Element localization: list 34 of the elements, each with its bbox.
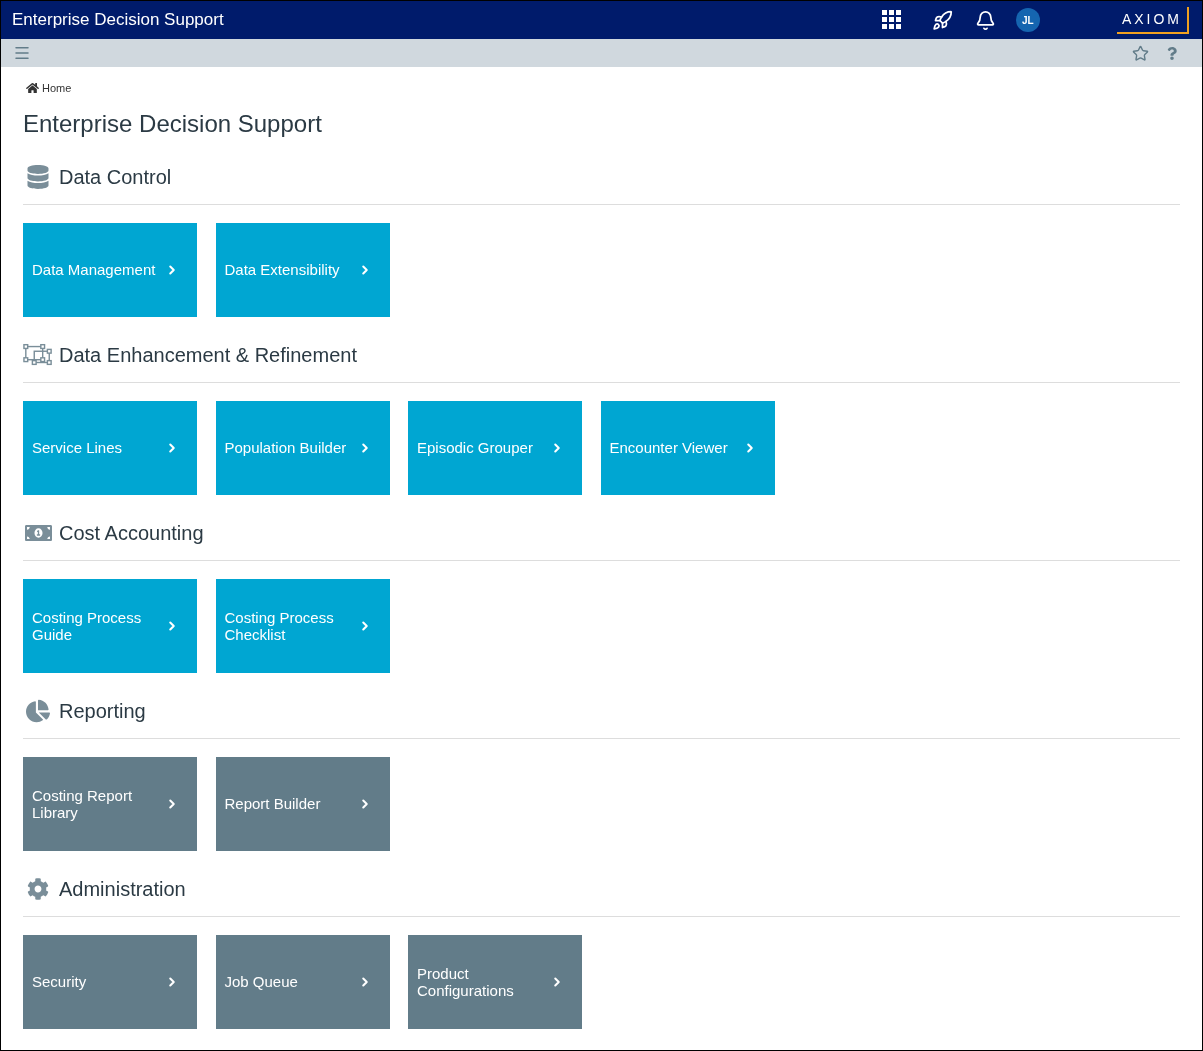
tile-button[interactable]: Costing Report Library	[23, 756, 197, 851]
apps-grid-icon[interactable]	[881, 10, 902, 30]
tile-button[interactable]: Job Queue	[215, 934, 390, 1029]
home-icon	[26, 82, 39, 95]
section-heading: Data Enhancement & Refinement	[59, 342, 357, 368]
app-title: Enterprise Decision Support	[12, 9, 224, 32]
tile-button[interactable]: Encounter Viewer	[600, 400, 775, 495]
pie-chart-icon	[26, 698, 50, 723]
page-title: Enterprise Decision Support	[23, 108, 323, 139]
tile-button[interactable]: Data Extensibility	[215, 222, 390, 317]
tile-button[interactable]: Report Builder	[215, 756, 390, 851]
tile-button[interactable]: Service Lines	[23, 400, 197, 495]
tile-button[interactable]: Costing Process Guide	[23, 578, 197, 673]
breadcrumb-link[interactable]: Home	[42, 80, 72, 97]
section-heading: Data Control	[59, 164, 172, 190]
tile-button[interactable]: Population Builder	[215, 400, 390, 495]
bell-icon[interactable]	[974, 9, 996, 31]
tile-button[interactable]: Costing Process Checklist	[215, 578, 390, 673]
database-icon	[27, 164, 49, 189]
logo[interactable]: AXIOM	[1116, 6, 1189, 34]
user-avatar[interactable]: JL	[1015, 8, 1040, 32]
section-heading: Reporting	[59, 698, 146, 724]
section-heading: Administration	[59, 876, 186, 902]
bounding-box-icon	[23, 342, 53, 367]
gear-icon	[27, 877, 49, 900]
tile-button[interactable]: Episodic Grouper	[408, 400, 582, 495]
menu-icon[interactable]	[13, 44, 31, 62]
tile-button[interactable]: Data Management	[23, 222, 197, 317]
help-icon[interactable]	[1167, 46, 1177, 60]
tile-button[interactable]: Product Configurations	[408, 934, 582, 1029]
tile-button[interactable]: Security	[23, 934, 197, 1029]
rocket-icon[interactable]	[931, 9, 953, 31]
star-icon[interactable]	[1132, 44, 1149, 62]
section-heading: Cost Accounting	[59, 520, 204, 546]
